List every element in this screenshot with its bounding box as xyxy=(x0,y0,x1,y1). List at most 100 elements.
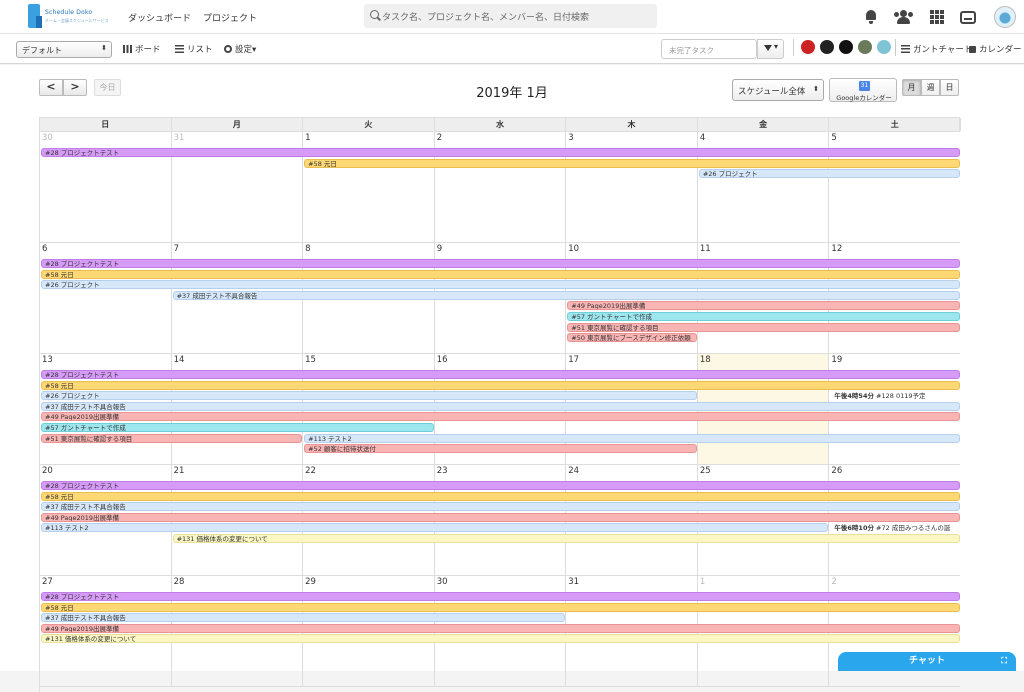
calendar-event[interactable]: #131 価格体系の変更について xyxy=(172,534,960,543)
schedule-select[interactable]: スケジュール全体 ⬍ xyxy=(732,79,824,101)
preset-select[interactable]: デフォルト ⬍ xyxy=(16,41,112,58)
weekday-label: 土 xyxy=(829,118,961,131)
day-number[interactable]: 17 xyxy=(568,355,579,365)
calendar-event[interactable]: #131 価格体系の変更について xyxy=(41,634,960,644)
member-avatar[interactable] xyxy=(801,40,815,54)
day-number[interactable]: 5 xyxy=(831,133,836,143)
calendar-view-button[interactable]: カレンダー xyxy=(969,43,1022,55)
day-number[interactable]: 4 xyxy=(700,133,705,143)
board-view-button[interactable]: ボード xyxy=(123,43,161,55)
calendar-event[interactable]: #28 プロジェクトテスト xyxy=(41,481,960,490)
list-view-button[interactable]: リスト xyxy=(175,43,213,55)
day-number[interactable]: 19 xyxy=(831,355,842,365)
day-number[interactable]: 3 xyxy=(568,133,573,143)
day-number[interactable]: 23 xyxy=(437,466,448,476)
day-number[interactable]: 1 xyxy=(700,577,705,587)
calendar-event[interactable]: #49 Page2019出展準備 xyxy=(41,623,960,633)
calendar-event[interactable]: #37 成田テスト不具合報告 xyxy=(41,502,960,512)
day-number[interactable]: 26 xyxy=(831,466,842,476)
day-number[interactable]: 22 xyxy=(305,466,316,476)
day-view-button[interactable]: 日 xyxy=(940,79,959,96)
day-number[interactable]: 9 xyxy=(437,244,442,254)
calendar-event[interactable]: #37 成田テスト不具合報告 xyxy=(41,613,566,623)
google-calendar-button[interactable]: 31 Googleカレンダー xyxy=(829,78,897,102)
calendar-event[interactable]: #58 元日 xyxy=(41,380,960,390)
member-avatar[interactable] xyxy=(820,40,834,54)
day-number[interactable]: 28 xyxy=(174,577,185,587)
event-title: #72 成田みつるさんの誕 xyxy=(873,524,951,533)
day-number[interactable]: 14 xyxy=(174,355,185,365)
calendar-event[interactable]: #50 東京展覧にブースデザイン修正依頼 xyxy=(567,333,697,343)
calendar-event[interactable]: #113 テスト2 xyxy=(41,523,829,533)
day-number[interactable]: 31 xyxy=(174,133,185,143)
day-number[interactable]: 2 xyxy=(437,133,442,143)
members-icon[interactable] xyxy=(894,9,913,25)
calendar-event[interactable]: #26 プロジェクト xyxy=(698,169,960,179)
app-logo[interactable]: Schedule Doko チーム・会議スケジュールサービス xyxy=(28,4,109,30)
member-avatar[interactable] xyxy=(839,40,853,54)
week-view-button[interactable]: 週 xyxy=(921,79,940,96)
day-number[interactable]: 25 xyxy=(700,466,711,476)
day-number[interactable]: 18 xyxy=(700,355,711,365)
day-number[interactable]: 20 xyxy=(42,466,53,476)
day-number[interactable]: 2 xyxy=(831,577,836,587)
timed-event[interactable]: 午後6時10分 #72 成田みつるさんの誕 xyxy=(830,523,960,532)
member-avatar[interactable] xyxy=(858,40,872,54)
chat-button[interactable]: チャット ⛶ xyxy=(838,652,1016,671)
board-label: ボード xyxy=(135,45,161,55)
calendar-event[interactable]: #28 プロジェクトテスト xyxy=(41,259,960,268)
calendar-event[interactable]: #57 ガントチャートで作成 xyxy=(567,312,960,321)
nav-projects[interactable]: プロジェクト xyxy=(203,11,257,24)
calendar-event[interactable]: #52 顧客に招待状送付 xyxy=(304,444,697,454)
calendar-event[interactable]: #26 プロジェクト xyxy=(41,391,697,401)
calendar-event[interactable]: #28 プロジェクトテスト xyxy=(41,592,960,601)
day-number[interactable]: 21 xyxy=(174,466,185,476)
user-avatar[interactable] xyxy=(994,6,1016,28)
nav-dashboard[interactable]: ダッシュボード xyxy=(128,11,191,24)
timed-event[interactable]: 午後4時54分 #128 0119予定 xyxy=(830,391,960,400)
calendar-event[interactable]: #51 東京展覧に確認する項目 xyxy=(567,322,960,332)
day-number[interactable]: 1 xyxy=(305,133,310,143)
member-avatar[interactable] xyxy=(877,40,891,54)
filter-funnel-button[interactable] xyxy=(757,39,784,59)
inbox-icon[interactable] xyxy=(960,11,976,24)
calendar-event[interactable]: #51 東京展覧に確認する項目 xyxy=(41,433,303,443)
day-number[interactable]: 12 xyxy=(831,244,842,254)
settings-dropdown[interactable]: 設定▾ xyxy=(224,43,256,55)
calendar-event[interactable]: #57 ガントチャートで作成 xyxy=(41,423,434,432)
calendar-event[interactable]: #58 元日 xyxy=(41,602,960,612)
calendar-event[interactable]: #49 Page2019出展準備 xyxy=(41,412,960,422)
day-number[interactable]: 8 xyxy=(305,244,310,254)
calendar-event[interactable]: #28 プロジェクトテスト xyxy=(41,148,960,157)
bell-icon[interactable] xyxy=(863,9,879,25)
month-view-button[interactable]: 月 xyxy=(902,79,921,96)
day-number[interactable]: 29 xyxy=(305,577,316,587)
calendar-event[interactable]: #28 プロジェクトテスト xyxy=(41,370,960,379)
day-number[interactable]: 11 xyxy=(700,244,711,254)
task-filter-input[interactable]: 未完了タスク xyxy=(661,39,757,59)
day-number[interactable]: 13 xyxy=(42,355,53,365)
global-search-input[interactable]: タスク名、プロジェクト名、メンバー名、日付検索 xyxy=(364,4,657,28)
apps-grid-icon[interactable] xyxy=(929,9,945,25)
calendar-event[interactable]: #58 元日 xyxy=(41,491,960,501)
day-number[interactable]: 30 xyxy=(437,577,448,587)
day-number[interactable]: 7 xyxy=(174,244,179,254)
day-number[interactable]: 15 xyxy=(305,355,316,365)
day-number[interactable]: 30 xyxy=(42,133,53,143)
calendar-event[interactable]: #58 元日 xyxy=(304,158,960,168)
calendar-event[interactable]: #37 成田テスト不具合報告 xyxy=(41,401,960,411)
calendar-event[interactable]: #49 Page2019出展準備 xyxy=(41,512,960,522)
gantt-view-button[interactable]: ガントチャート xyxy=(901,43,972,55)
calendar-event[interactable]: #37 成田テスト不具合報告 xyxy=(172,290,960,300)
day-number[interactable]: 27 xyxy=(42,577,53,587)
calendar-event[interactable]: #26 プロジェクト xyxy=(41,280,960,290)
day-number[interactable]: 6 xyxy=(42,244,47,254)
calendar-event[interactable]: #113 テスト2 xyxy=(304,433,960,443)
calendar-event[interactable]: #58 元日 xyxy=(41,269,960,279)
weekday-label: 火 xyxy=(303,118,435,131)
day-number[interactable]: 16 xyxy=(437,355,448,365)
day-number[interactable]: 31 xyxy=(568,577,579,587)
day-number[interactable]: 10 xyxy=(568,244,579,254)
calendar-event[interactable]: #49 Page2019出展準備 xyxy=(567,301,960,311)
day-number[interactable]: 24 xyxy=(568,466,579,476)
